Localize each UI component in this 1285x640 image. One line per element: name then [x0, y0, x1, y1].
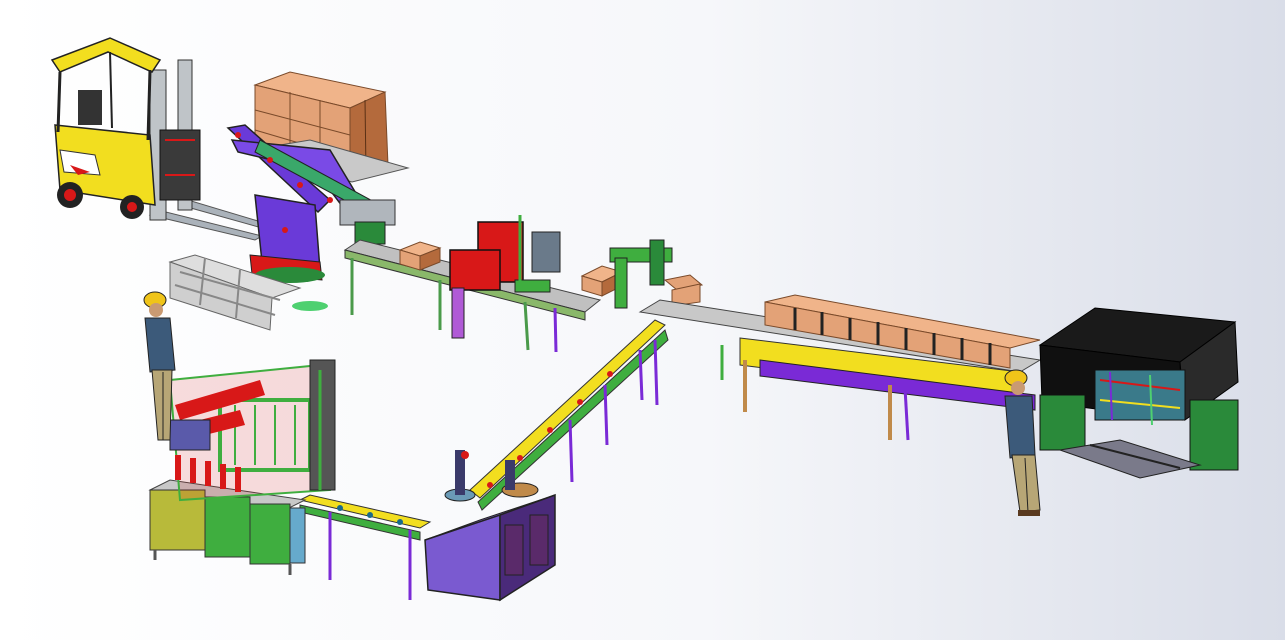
carton-erector [1038, 307, 1239, 479]
packaging-line-render [0, 0, 1285, 640]
